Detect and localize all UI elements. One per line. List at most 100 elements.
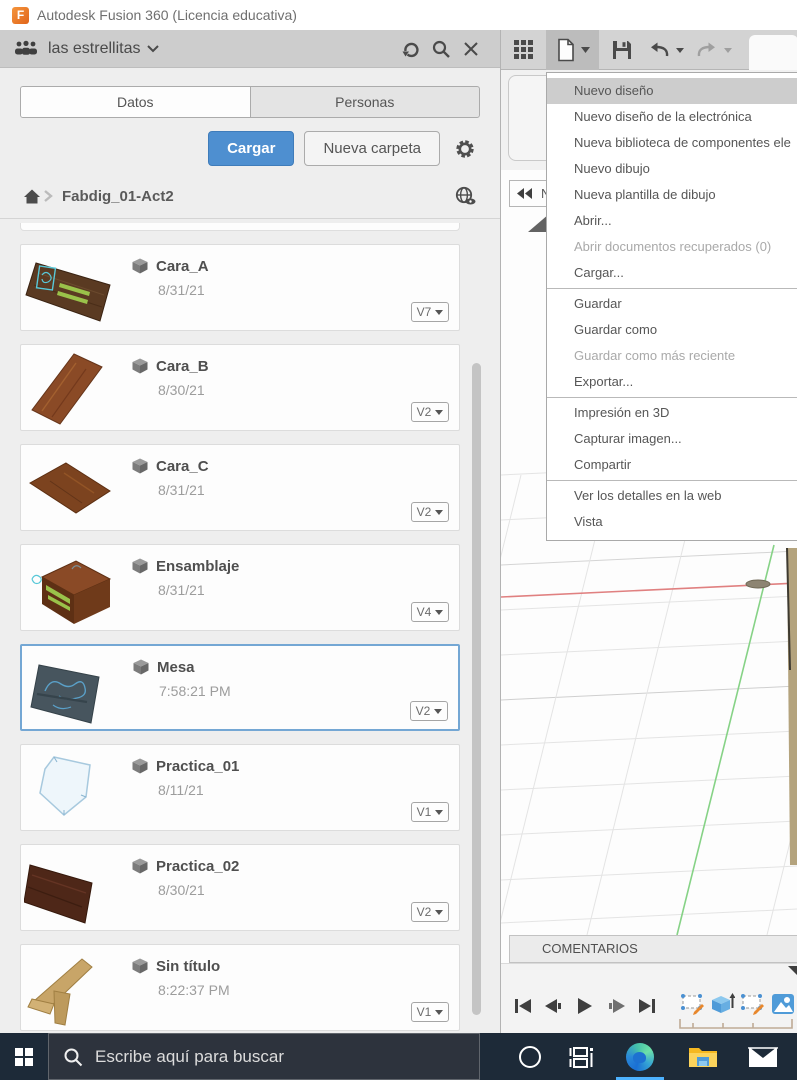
window-title: Autodesk Fusion 360 (Licencia educativa) [37, 7, 297, 23]
home-icon[interactable] [22, 187, 42, 205]
timeline-sketch-feature-icon[interactable] [741, 992, 765, 1016]
list-item[interactable]: Cara_C 8/31/21 V2 [20, 444, 460, 531]
breadcrumb-folder[interactable]: Fabdig_01-Act2 [62, 188, 174, 205]
menu-item-share[interactable]: Compartir [547, 452, 797, 478]
comments-bar[interactable]: COMENTARIOS [509, 935, 797, 963]
list-item[interactable]: Practica_01 8/11/21 V1 [20, 744, 460, 831]
caret-down-icon [435, 809, 444, 815]
item-list: Cara_A 8/31/21 V7 Cara_B 8/30/21 V2 Cara… [0, 219, 500, 1031]
refresh-icon[interactable] [396, 34, 426, 64]
menu-item-upload[interactable]: Cargar... [547, 260, 797, 286]
component-cube-icon [132, 758, 148, 774]
item-name: Mesa [157, 658, 195, 676]
list-item[interactable]: Cara_B 8/30/21 V2 [20, 344, 460, 431]
folder-icon [689, 1047, 717, 1067]
settings-gear-icon[interactable] [450, 134, 480, 164]
item-date: 8/30/21 [158, 882, 205, 898]
menu-item-capture-image[interactable]: Capturar imagen... [547, 426, 797, 452]
list-item-selected[interactable]: Mesa 7:58:21 PM V2 [20, 644, 460, 731]
timeline-group-bracket [679, 1019, 793, 1029]
item-date: 8/11/21 [158, 782, 204, 798]
search-icon [64, 1048, 83, 1066]
menu-item-open[interactable]: Abrir... [547, 208, 797, 234]
list-item[interactable]: Practica_02 8/30/21 V2 [20, 844, 460, 931]
version-dropdown[interactable]: V1 [411, 1002, 449, 1022]
web-globe-icon[interactable] [454, 186, 478, 206]
timeline-step-back-button[interactable] [541, 994, 565, 1018]
timeline-canvas-feature-icon[interactable] [771, 992, 795, 1016]
timeline-step-forward-button[interactable] [605, 994, 629, 1018]
timeline-go-start-button[interactable] [511, 994, 535, 1018]
partial-list-item[interactable] [20, 223, 460, 231]
item-date: 8/31/21 [158, 482, 205, 498]
item-thumbnail [21, 745, 117, 830]
item-name: Cara_A [156, 257, 209, 275]
item-name: Practica_02 [156, 857, 240, 875]
list-item[interactable]: Sin título 8:22:37 PM V1 [20, 944, 460, 1031]
new-folder-button[interactable]: Nueva carpeta [304, 131, 440, 166]
menu-item-new-drawing[interactable]: Nuevo dibujo [547, 156, 797, 182]
team-icon [15, 40, 37, 55]
item-thumbnail [21, 345, 117, 430]
windows-logo-icon [15, 1047, 33, 1066]
menu-item-export[interactable]: Exportar... [547, 369, 797, 395]
search-placeholder: Escribe aquí para buscar [95, 1046, 284, 1066]
version-dropdown[interactable]: V2 [410, 701, 448, 721]
list-item[interactable]: Cara_A 8/31/21 V7 [20, 244, 460, 331]
menu-item-new-drawing-template[interactable]: Nueva plantilla de dibujo [547, 182, 797, 208]
menu-item-view-details-web[interactable]: Ver los detalles en la web [547, 483, 797, 509]
menu-item-save[interactable]: Guardar [547, 291, 797, 317]
start-button[interactable] [0, 1033, 48, 1080]
item-date: 8/30/21 [158, 382, 205, 398]
menu-item-save-as[interactable]: Guardar como [547, 317, 797, 343]
item-name: Practica_01 [156, 757, 240, 775]
list-item[interactable]: Ensamblaje 8/31/21 V4 [20, 544, 460, 631]
caret-down-icon [435, 309, 444, 315]
version-dropdown[interactable]: V2 [411, 402, 449, 422]
upload-button[interactable]: Cargar [208, 131, 295, 166]
item-name: Sin título [156, 957, 221, 975]
edge-browser-button[interactable] [620, 1033, 660, 1080]
item-thumbnail [21, 245, 117, 330]
version-dropdown[interactable]: V4 [411, 602, 449, 622]
tab-datos[interactable]: Datos [21, 87, 251, 117]
item-date: 8:22:37 PM [158, 982, 230, 998]
panel-tabs: Datos Personas [20, 86, 480, 118]
task-view-button[interactable] [562, 1033, 602, 1080]
component-cube-icon [132, 458, 148, 474]
timeline-sketch-feature-icon[interactable] [681, 992, 705, 1016]
version-dropdown[interactable]: V1 [411, 802, 449, 822]
timeline-extrude-feature-icon[interactable] [711, 992, 736, 1016]
y-axis-green [676, 544, 775, 936]
menu-item-new-component-library[interactable]: Nueva biblioteca de componentes ele [547, 130, 797, 156]
double-chevron-left-icon [517, 188, 532, 199]
team-name[interactable]: las estrellitas [48, 40, 140, 58]
item-date: 7:58:21 PM [159, 683, 231, 699]
item-thumbnail [21, 545, 117, 630]
search-icon[interactable] [426, 34, 456, 64]
timeline-play-button[interactable] [573, 994, 597, 1018]
menu-item-new-electronics-design[interactable]: Nuevo diseño de la electrónica [547, 104, 797, 130]
edge-icon [626, 1042, 654, 1071]
data-panel-header: las estrellitas [0, 30, 500, 68]
caret-down-icon [435, 909, 444, 915]
timeline-go-end-button[interactable] [635, 994, 659, 1018]
caret-down-icon [435, 1009, 444, 1015]
menu-separator [547, 288, 797, 289]
mail-button[interactable] [743, 1033, 783, 1080]
scrollbar-thumb[interactable] [472, 363, 481, 1015]
version-dropdown[interactable]: V2 [411, 902, 449, 922]
file-explorer-button[interactable] [683, 1033, 723, 1080]
close-icon[interactable] [456, 34, 486, 64]
mail-icon [748, 1046, 778, 1067]
menu-item-view[interactable]: Vista [547, 509, 797, 535]
menu-item-3d-print[interactable]: Impresión en 3D [547, 400, 797, 426]
version-dropdown[interactable]: V2 [411, 502, 449, 522]
caret-down-icon [434, 708, 443, 714]
version-dropdown[interactable]: V7 [411, 302, 449, 322]
menu-item-new-design[interactable]: Nuevo diseño [547, 78, 797, 104]
tab-personas[interactable]: Personas [251, 87, 480, 117]
chevron-down-icon[interactable] [146, 44, 160, 53]
taskbar-search[interactable]: Escribe aquí para buscar [48, 1033, 480, 1080]
cortana-button[interactable] [510, 1033, 550, 1080]
